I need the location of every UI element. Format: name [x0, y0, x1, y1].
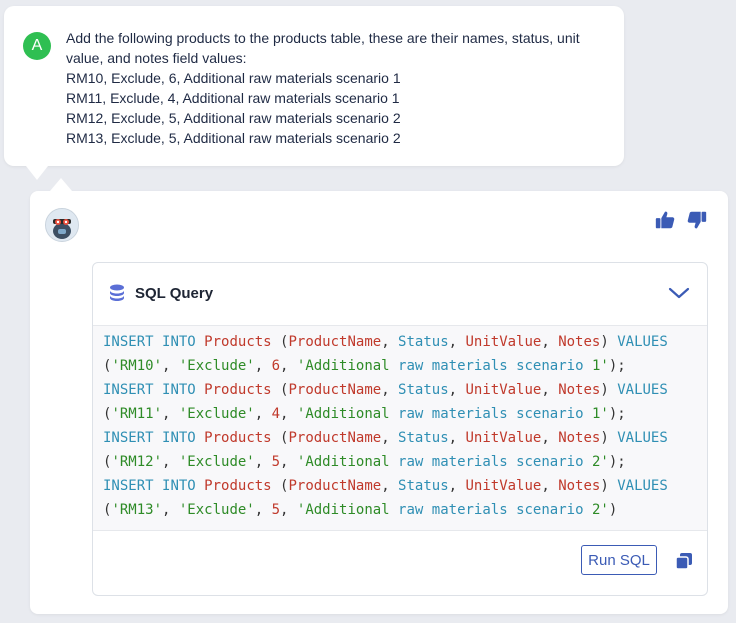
- run-sql-button[interactable]: Run SQL: [581, 545, 657, 575]
- sql-string-word: materials: [431, 406, 508, 422]
- sql-string-word: 'Additional: [296, 358, 390, 374]
- sql-string-word: scenario: [516, 454, 584, 470]
- sql-column: ProductName: [288, 430, 382, 446]
- sql-column: UnitValue: [465, 334, 542, 350]
- sql-string: 'RM10': [111, 358, 163, 374]
- user-avatar-letter: A: [31, 37, 43, 54]
- copy-icon[interactable]: [675, 552, 693, 570]
- sql-table-name: Products: [204, 382, 272, 398]
- sql-string: 'Exclude': [178, 454, 255, 470]
- sql-panel-title: SQL Query: [135, 284, 214, 302]
- sql-string-word: 'Additional: [296, 406, 390, 422]
- sql-keyword: VALUES: [617, 382, 668, 398]
- sql-string-word: scenario: [516, 358, 584, 374]
- sql-column: Status: [398, 478, 449, 494]
- user-message-line: Add the following products to the produc…: [66, 30, 580, 46]
- assistant-avatar: [45, 208, 79, 242]
- chevron-down-icon[interactable]: [667, 283, 691, 303]
- sql-keyword: VALUES: [617, 478, 668, 494]
- sql-string-word: materials: [431, 502, 508, 518]
- sql-string: 'RM13': [111, 502, 163, 518]
- sql-string-word: materials: [431, 454, 508, 470]
- sql-string: 'Additional raw materials scenario 1': [297, 406, 609, 422]
- sql-column: Notes: [558, 478, 601, 494]
- sql-string: 'Exclude': [178, 502, 255, 518]
- sql-string: 'Additional raw materials scenario 1': [297, 358, 609, 374]
- sql-column: Notes: [558, 430, 601, 446]
- sql-string-word: 2': [591, 502, 609, 518]
- thumbs-down-icon[interactable]: [686, 209, 708, 231]
- sql-column: Status: [398, 430, 449, 446]
- sql-column: Status: [398, 334, 449, 350]
- sql-string-word: raw: [398, 454, 424, 470]
- sql-string: 'Exclude': [178, 358, 255, 374]
- sql-column: UnitValue: [465, 382, 542, 398]
- user-message-card: A Add the following products to the prod…: [4, 6, 624, 180]
- sql-code-block: INSERT INTO Products (ProductName, Statu…: [93, 325, 707, 531]
- user-message-line: RM12, Exclude, 5, Additional raw materia…: [66, 110, 401, 126]
- sql-number: 6: [271, 358, 281, 374]
- user-message-line: RM13, Exclude, 5, Additional raw materia…: [66, 130, 401, 146]
- sql-string-word: scenario: [516, 406, 584, 422]
- sql-string-word: raw: [398, 502, 424, 518]
- sql-keyword: VALUES: [617, 334, 668, 350]
- sql-column: ProductName: [288, 478, 382, 494]
- sql-string: 'Exclude': [178, 406, 255, 422]
- user-message-line: RM10, Exclude, 6, Additional raw materia…: [66, 70, 401, 86]
- sql-string-word: raw: [398, 358, 424, 374]
- sql-number: 5: [271, 502, 281, 518]
- sql-keyword: INSERT: [103, 382, 154, 398]
- user-message-line: RM11, Exclude, 4, Additional raw materia…: [66, 90, 400, 106]
- sql-query-panel: SQL Query INSERT INTO Products (ProductN…: [92, 262, 708, 596]
- sql-table-name: Products: [204, 478, 272, 494]
- sql-string: 'RM12': [111, 454, 163, 470]
- thumbs-up-icon[interactable]: [654, 209, 676, 231]
- sql-column: ProductName: [288, 382, 382, 398]
- sql-string-word: 'Additional: [296, 454, 390, 470]
- feedback-buttons: [654, 209, 708, 231]
- robot-avatar-icon: [46, 209, 78, 241]
- sql-string-word: scenario: [516, 502, 584, 518]
- sql-keyword: INTO: [162, 478, 196, 494]
- sql-column: ProductName: [288, 334, 382, 350]
- sql-keyword: INTO: [162, 430, 196, 446]
- assistant-message-card: SQL Query INSERT INTO Products (ProductN…: [30, 178, 728, 614]
- sql-string-word: 1': [591, 358, 609, 374]
- sql-string-word: raw: [398, 406, 424, 422]
- sql-keyword: INSERT: [103, 334, 154, 350]
- sql-number: 4: [271, 406, 281, 422]
- user-message-text: Add the following products to the produc…: [66, 28, 606, 148]
- sql-column: Notes: [558, 334, 601, 350]
- sql-column: Status: [398, 382, 449, 398]
- sql-keyword: INSERT: [103, 430, 154, 446]
- sql-string-word: 1': [591, 406, 609, 422]
- sql-keyword: INTO: [162, 382, 196, 398]
- sql-string: 'Additional raw materials scenario 2': [297, 502, 609, 518]
- sql-keyword: INTO: [162, 334, 196, 350]
- sql-string-word: materials: [431, 358, 508, 374]
- sql-string-word: 2': [591, 454, 609, 470]
- sql-panel-header[interactable]: SQL Query: [109, 284, 213, 302]
- sql-keyword: VALUES: [617, 430, 668, 446]
- sql-string: 'Additional raw materials scenario 2': [297, 454, 609, 470]
- sql-number: 5: [271, 454, 281, 470]
- sql-string-word: 'Additional: [296, 502, 390, 518]
- sql-code: INSERT INTO Products (ProductName, Statu…: [103, 334, 668, 518]
- sql-table-name: Products: [204, 430, 272, 446]
- sql-string: 'RM11': [111, 406, 163, 422]
- sql-column: Notes: [558, 382, 601, 398]
- user-message-line: value, and notes field values:: [66, 50, 247, 66]
- sql-column: UnitValue: [465, 430, 542, 446]
- sql-table-name: Products: [204, 334, 272, 350]
- sql-column: UnitValue: [465, 478, 542, 494]
- user-avatar: A: [23, 32, 51, 60]
- sql-keyword: INSERT: [103, 478, 154, 494]
- database-icon: [110, 284, 124, 301]
